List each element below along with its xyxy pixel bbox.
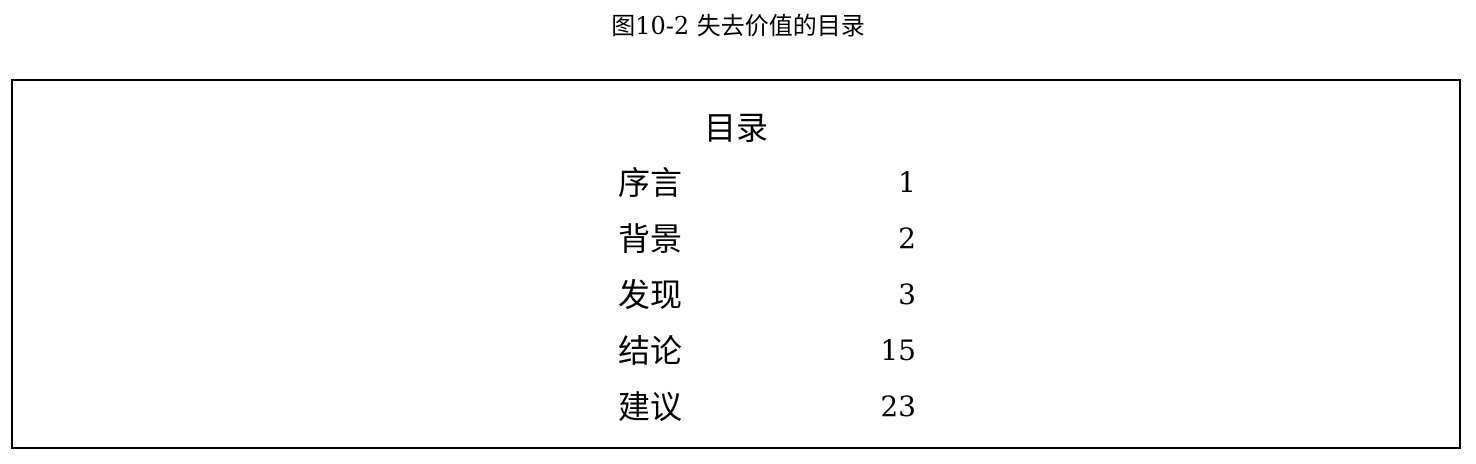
toc-entry: 发现 3 xyxy=(618,272,928,318)
toc-entry-page-number: 23 xyxy=(880,390,916,423)
toc-entry-label: 序言 xyxy=(618,164,683,202)
toc-entry: 序言 1 xyxy=(618,160,928,206)
toc-entry: 背景 2 xyxy=(618,216,928,262)
figure-caption: 图10-2 失去价值的目录 xyxy=(611,12,865,40)
toc-entry: 结论 15 xyxy=(618,328,928,374)
toc-entry-label: 背景 xyxy=(618,220,683,258)
toc-entry-label: 发现 xyxy=(618,276,683,314)
toc-entry-label: 建议 xyxy=(618,388,683,426)
table-of-contents-box: 目录 序言 1 背景 2 发现 3 结论 15 建议 23 xyxy=(11,79,1461,449)
toc-heading: 目录 xyxy=(703,109,768,147)
toc-entry-label: 结论 xyxy=(618,332,683,370)
toc-entry: 建议 23 xyxy=(618,384,928,430)
toc-entry-page-number: 15 xyxy=(880,334,916,367)
toc-entry-page-number: 1 xyxy=(898,166,916,199)
toc-entry-page-number: 3 xyxy=(898,278,916,311)
toc-entry-page-number: 2 xyxy=(898,222,916,255)
